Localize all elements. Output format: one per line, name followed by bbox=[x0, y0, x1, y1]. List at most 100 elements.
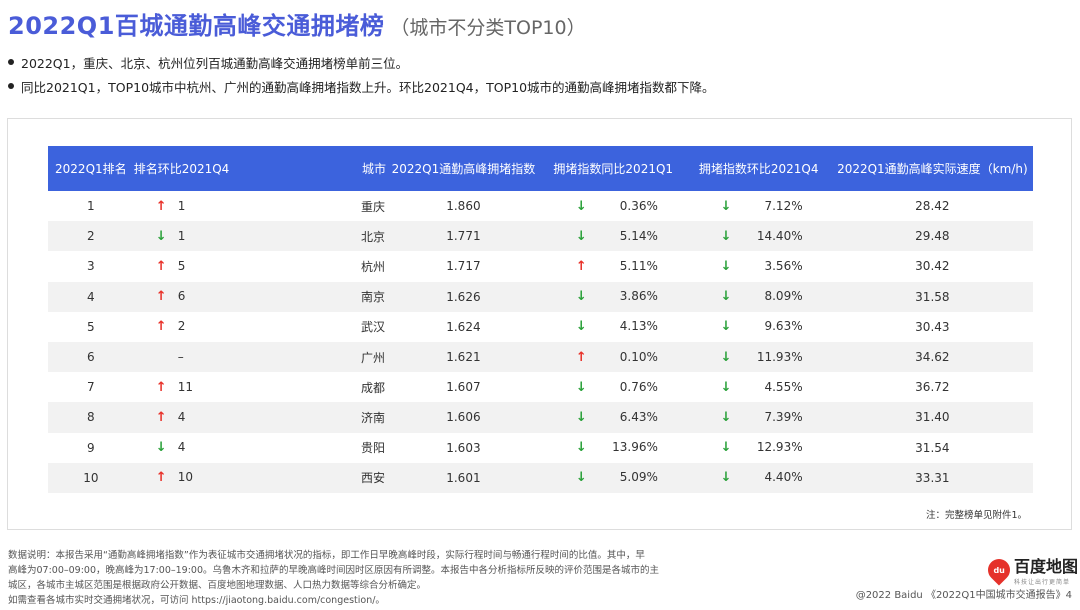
cell-rank: 4 bbox=[87, 289, 95, 304]
cell-speed: 29.48 bbox=[915, 229, 950, 244]
cell-city: 北京 bbox=[360, 229, 385, 244]
table-row: 10 ↑ 10 西安 1.601 ↓ 5.09% ↓ 4.40% 33.31 bbox=[48, 462, 1033, 493]
down-arrow-icon: ↓ bbox=[575, 440, 587, 456]
cell-rank-change: ↓ 4 bbox=[134, 433, 231, 463]
qoq-value: 9.63% bbox=[764, 319, 803, 334]
up-arrow-icon: ↑ bbox=[155, 409, 167, 425]
cell-qoq: ↓ 11.93% bbox=[686, 342, 832, 372]
cell-city: 济南 bbox=[360, 410, 385, 425]
yoy-value: 0.76% bbox=[619, 379, 658, 394]
cell-index: 1.603 bbox=[446, 440, 481, 455]
table-row: 9 ↓ 4 贵阳 1.603 ↓ 13.96% ↓ 12.93% 31.54 bbox=[48, 433, 1033, 463]
qoq-value: 7.12% bbox=[764, 198, 803, 213]
down-arrow-icon: ↓ bbox=[720, 228, 732, 244]
yoy-value: 5.09% bbox=[619, 470, 658, 485]
qoq-value: 8.09% bbox=[764, 289, 803, 304]
yoy-value: 6.43% bbox=[619, 409, 658, 424]
down-arrow-icon: ↓ bbox=[575, 379, 587, 395]
ranking-table: 2022Q1排名 排名环比2021Q4 城市 2022Q1通勤高峰拥堵指数 拥堵… bbox=[48, 146, 1033, 493]
cell-rank-change: ↑ 6 bbox=[134, 282, 231, 312]
up-arrow-icon: ↑ bbox=[575, 258, 587, 274]
down-arrow-icon: ↓ bbox=[720, 440, 732, 456]
cell-yoy: ↓ 5.14% bbox=[541, 221, 686, 251]
cell-index: 1.607 bbox=[446, 380, 481, 395]
up-arrow-icon: ↑ bbox=[575, 349, 587, 365]
logo-wordmark: 百度地图 科技让出行更简单 bbox=[1014, 553, 1078, 586]
down-arrow-icon: ↓ bbox=[155, 228, 167, 244]
yoy-value: 3.86% bbox=[619, 289, 658, 304]
cell-speed: 34.62 bbox=[915, 350, 950, 365]
bullet-dot-icon bbox=[8, 83, 14, 89]
cell-rank: 1 bbox=[87, 199, 95, 214]
down-arrow-icon: ↓ bbox=[575, 319, 587, 335]
data-note: 数据说明：本报告采用“通勤高峰拥堵指数”作为表征城市交通拥堵状况的指标，即工作日… bbox=[8, 548, 708, 608]
cell-speed: 31.40 bbox=[915, 410, 950, 425]
cell-rank: 10 bbox=[83, 470, 99, 485]
yoy-value: 5.14% bbox=[619, 228, 658, 243]
cell-rank-change: ↑ 1 bbox=[134, 191, 231, 221]
cell-qoq: ↓ 3.56% bbox=[686, 251, 832, 281]
cell-speed: 31.58 bbox=[915, 289, 950, 304]
cell-rank: 7 bbox=[87, 380, 95, 395]
cell-yoy: ↓ 13.96% bbox=[541, 433, 686, 463]
qoq-value: 12.93% bbox=[756, 440, 803, 455]
table-row: 3 ↑ 5 杭州 1.717 ↑ 5.11% ↓ 3.56% 30.42 bbox=[48, 251, 1033, 281]
qoq-value: 11.93% bbox=[756, 349, 803, 364]
rank-change-value: 1 bbox=[177, 228, 186, 243]
ranking-panel: 2022Q1排名 排名环比2021Q4 城市 2022Q1通勤高峰拥堵指数 拥堵… bbox=[7, 118, 1072, 530]
cell-rank-change: ↑ 5 bbox=[134, 251, 231, 281]
col-yoy: 拥堵指数同比2021Q1 bbox=[553, 162, 674, 176]
cell-speed: 31.54 bbox=[915, 440, 950, 455]
cell-rank-change: ↑ 4 bbox=[134, 402, 231, 432]
cell-city: 西安 bbox=[360, 471, 385, 486]
cell-qoq: ↓ 8.09% bbox=[686, 282, 832, 312]
cell-yoy: ↑ 5.11% bbox=[541, 251, 686, 281]
cell-index: 1.606 bbox=[446, 410, 481, 425]
cell-index: 1.771 bbox=[446, 229, 481, 244]
col-rank-change: 排名环比2021Q4 bbox=[133, 162, 230, 176]
col-index: 2022Q1通勤高峰拥堵指数 bbox=[391, 162, 536, 176]
qoq-value: 4.55% bbox=[764, 379, 803, 394]
qoq-value: 14.40% bbox=[756, 228, 803, 243]
cell-city: 杭州 bbox=[360, 259, 385, 274]
yoy-value: 4.13% bbox=[619, 319, 658, 334]
down-arrow-icon: ↓ bbox=[720, 349, 732, 365]
rank-change-value: 5 bbox=[177, 258, 186, 273]
cell-speed: 30.42 bbox=[915, 259, 950, 274]
cell-qoq: ↓ 14.40% bbox=[686, 221, 832, 251]
cell-index: 1.860 bbox=[446, 199, 481, 214]
cell-city: 成都 bbox=[360, 380, 385, 395]
cell-rank: 3 bbox=[87, 259, 95, 274]
cell-city: 广州 bbox=[360, 350, 385, 365]
rank-change-value: 10 bbox=[177, 470, 193, 485]
cell-qoq: ↓ 4.40% bbox=[686, 463, 832, 493]
cell-yoy: ↓ 5.09% bbox=[541, 463, 686, 493]
down-arrow-icon: ↓ bbox=[720, 198, 732, 214]
cell-yoy: ↓ 6.43% bbox=[541, 402, 686, 432]
cell-qoq: ↓ 7.39% bbox=[686, 402, 832, 432]
cell-city: 贵阳 bbox=[360, 441, 385, 456]
data-note-line: 城区，各城市主城区范围是根据政府公开数据、百度地图地理数据、人口热力数据等综合分… bbox=[8, 580, 427, 591]
data-note-line: 高峰为07:00–09:00，晚高峰为17:00–19:00。乌鲁木齐和拉萨的早… bbox=[8, 565, 660, 576]
rank-change-value: 1 bbox=[177, 198, 186, 213]
table-footnote: 注：完整榜单见附件1。 bbox=[925, 510, 1027, 521]
rank-change-value: 4 bbox=[177, 440, 186, 455]
table-row: 2 ↓ 1 北京 1.771 ↓ 5.14% ↓ 14.40% 29.48 bbox=[48, 221, 1033, 252]
down-arrow-icon: ↓ bbox=[575, 470, 587, 486]
table-row: 7 ↑ 11 成都 1.607 ↓ 0.76% ↓ 4.55% 36.72 bbox=[48, 372, 1033, 402]
down-arrow-icon: ↓ bbox=[575, 198, 587, 214]
rank-change-value: – bbox=[177, 350, 184, 365]
bullet-item: 2022Q1，重庆、北京、杭州位列百城通勤高峰交通拥堵榜单前三位。 bbox=[8, 52, 1068, 72]
down-arrow-icon: ↓ bbox=[575, 228, 587, 244]
cell-yoy: ↑ 0.10% bbox=[541, 342, 686, 372]
table-row: 8 ↑ 4 济南 1.606 ↓ 6.43% ↓ 7.39% 31.40 bbox=[48, 402, 1033, 433]
bullet-item: 同比2021Q1，TOP10城市中杭州、广州的通勤高峰拥堵指数上升。环比2021… bbox=[8, 76, 1068, 96]
yoy-value: 5.11% bbox=[619, 258, 658, 273]
cell-city: 重庆 bbox=[360, 199, 385, 214]
down-arrow-icon: ↓ bbox=[720, 319, 732, 335]
title-row: 2022Q1百城通勤高峰交通拥堵榜 （城市不分类TOP10） bbox=[8, 6, 1068, 40]
cell-index: 1.624 bbox=[446, 319, 481, 334]
qoq-value: 3.56% bbox=[764, 258, 803, 273]
up-arrow-icon: ↑ bbox=[155, 198, 167, 214]
rank-change-value: 11 bbox=[177, 379, 193, 394]
